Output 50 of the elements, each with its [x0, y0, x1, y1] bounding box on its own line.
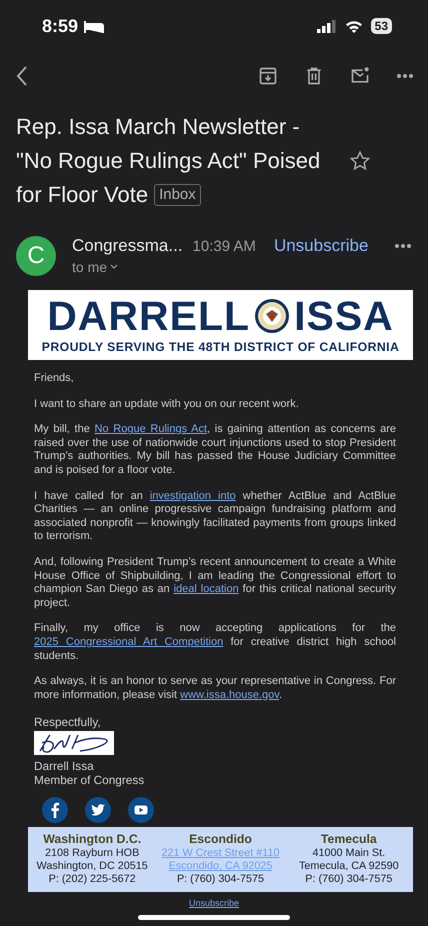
signer-name: Darrell Issa — [34, 759, 95, 774]
body-paragraph: And, following President Trump’s recent announcement to create a White House Office of Shipbuilding, I am leading the Congressional effort to champion San Diego as an ideal location for this critical national security project. — [34, 556, 396, 610]
signer-title: Member of Congress — [34, 773, 146, 788]
office-detail: P: (202) 225-5672 — [48, 873, 136, 886]
office-detail: P: (760) 304-7575 — [176, 873, 264, 886]
seal-icon — [254, 298, 290, 334]
text-link[interactable]: ideal location — [174, 583, 239, 596]
text-link[interactable]: www.issa.house.gov — [180, 688, 279, 701]
body-paragraph: Friends, — [34, 372, 75, 386]
office-detail: Washington, DC 20515 — [36, 860, 148, 874]
text-link[interactable]: 2025 Congressional Art Competition — [34, 636, 224, 648]
office-detail: 2108 Rayburn HOB — [45, 847, 140, 860]
office-detail: 41000 Main St. — [312, 847, 386, 860]
office-name: Temecula — [320, 832, 377, 848]
banner-tagline: PROUDLY SERVING THE 48TH DISTRICT OF CALIFORNIA — [42, 340, 400, 354]
star-icon[interactable] — [349, 150, 371, 172]
body-paragraph: As always, it is an honor to serve as your representative in Congress. For more information, please visit www.issa.house.gov. — [34, 675, 396, 702]
sender-name: Congressma... — [72, 236, 183, 256]
bed-icon — [84, 19, 104, 33]
body-paragraph: My bill, the No Rogue Rulings Act, is gaining attention as concerns are raised over the use of nationwide court injunctions used to stop President Trump’s authorities. My bill has passed the House Judiciary Committee and is poised for a floor vote. — [34, 423, 396, 478]
office-detail: Temecula, CA 92590 — [299, 860, 399, 874]
signal-icon — [316, 20, 337, 32]
inbox-label: Inbox — [154, 184, 201, 206]
email-subject: Rep. Issa March Newsletter - "No Rogue Rulings Act" Poised for Floor Vote Inbox — [16, 113, 322, 209]
unsubscribe-link[interactable]: Unsubscribe — [188, 898, 240, 908]
unsubscribe-link[interactable]: Unsubscribe — [274, 236, 368, 256]
body-paragraph: Finally, my office is now accepting applications for the 2025 Congressional Art Competition for creative district high school students. — [34, 622, 396, 664]
archive-icon[interactable] — [258, 66, 278, 86]
text-link[interactable]: investigation into — [150, 490, 236, 502]
more-icon[interactable] — [394, 243, 412, 249]
status-time: 8:59 — [42, 16, 78, 36]
facebook-icon[interactable] — [42, 797, 68, 824]
body-paragraph: I have called for an investigation into whether ActBlue and ActBlue Charities — an online progressive campaign fundraising platform and associated nonprofit — knowingly facilitated payments from groups linked to terrorism. — [34, 490, 396, 544]
banner-name: DARRELL — [47, 294, 250, 338]
chevron-down-icon — [110, 264, 118, 270]
play-icon[interactable] — [128, 797, 154, 824]
avatar: C — [16, 236, 56, 276]
wifi-icon — [344, 20, 363, 32]
recipient-toggle[interactable]: to me — [72, 259, 118, 275]
closing-text: Respectfully, — [34, 715, 102, 730]
banner-name: ISSA — [294, 294, 394, 338]
battery-indicator: 53 — [370, 18, 392, 34]
bird-icon[interactable] — [85, 797, 111, 824]
email-time: 10:39 AM — [192, 238, 256, 254]
office-detail: P: (760) 304-7575 — [305, 873, 392, 886]
more-icon[interactable] — [396, 73, 414, 79]
office-name: Washington D.C. — [43, 832, 142, 848]
body-paragraph: I want to share an update with you on our recent work. — [34, 398, 300, 412]
office-name: Escondido — [189, 832, 252, 848]
text-link[interactable]: No Rogue Rulings Act — [94, 423, 208, 436]
